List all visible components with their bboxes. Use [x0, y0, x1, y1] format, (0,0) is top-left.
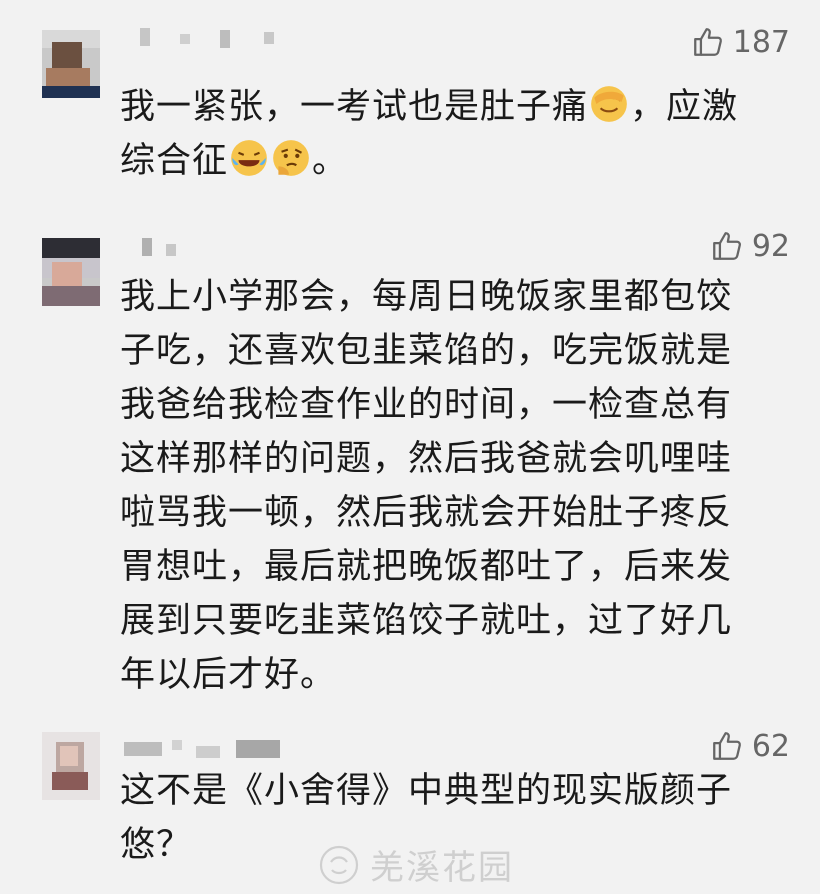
watermark: 羌溪花园	[318, 840, 514, 889]
like-button[interactable]: 187	[691, 24, 790, 60]
facepalm-emoji	[591, 86, 627, 122]
comment-line: 胃想吐，最后就把晚饭都吐了，后来发	[120, 547, 733, 587]
thinking-emoji	[273, 140, 309, 176]
like-button[interactable]: 92	[710, 228, 790, 264]
comment-text: 我一紧张，一考试也是肚子痛 ，应激 综合征 。	[120, 80, 780, 188]
like-count: 62	[751, 728, 790, 764]
laughing-tears-emoji	[231, 140, 267, 176]
like-count: 92	[751, 228, 790, 264]
comment-item: 92 我上小学那会，每周日晚饭家里都包饺 子吃，还喜欢包韭菜馅的，吃完饭就是 我…	[0, 228, 820, 695]
comment-line: 我上小学那会，每周日晚饭家里都包饺	[120, 277, 733, 317]
avatar[interactable]	[42, 238, 100, 306]
comment-line: 年以后才好。	[120, 655, 337, 695]
comment-line: 这样那样的问题，然后我爸就会叽哩哇	[120, 439, 733, 479]
comment-line: 这不是《小舍得》中典型的现实版颜子	[120, 771, 733, 811]
watermark-text: 羌溪花园	[370, 848, 514, 888]
thumbs-up-icon	[712, 232, 741, 260]
comment-item: 187 我一紧张，一考试也是肚子痛 ，应激 综合征 。	[0, 22, 820, 181]
comment-list: 187 我一紧张，一考试也是肚子痛 ，应激 综合征 。 92 我上小学那会，每周…	[0, 0, 820, 894]
comment-line: 展到只要吃韭菜馅饺子就吐，过了好几	[120, 601, 733, 641]
username[interactable]	[124, 736, 314, 758]
comment-text: 我上小学那会，每周日晚饭家里都包饺 子吃，还喜欢包韭菜馅的，吃完饭就是 我爸给我…	[120, 270, 780, 702]
thumbs-up-icon	[693, 28, 722, 56]
like-count: 187	[732, 24, 790, 60]
avatar[interactable]	[42, 732, 100, 800]
comment-line: 啦骂我一顿，然后我就会开始肚子疼反	[120, 493, 733, 533]
like-button[interactable]: 62	[710, 728, 790, 764]
avatar[interactable]	[42, 30, 100, 98]
username[interactable]	[124, 238, 304, 260]
username[interactable]	[124, 28, 304, 50]
thumbs-up-icon	[712, 732, 741, 760]
comment-line: 我爸给我检查作业的时间，一检查总有	[120, 385, 733, 425]
watermark-logo-icon	[319, 845, 359, 884]
comment-line: 子吃，还喜欢包韭菜馅的，吃完饭就是	[120, 331, 733, 371]
